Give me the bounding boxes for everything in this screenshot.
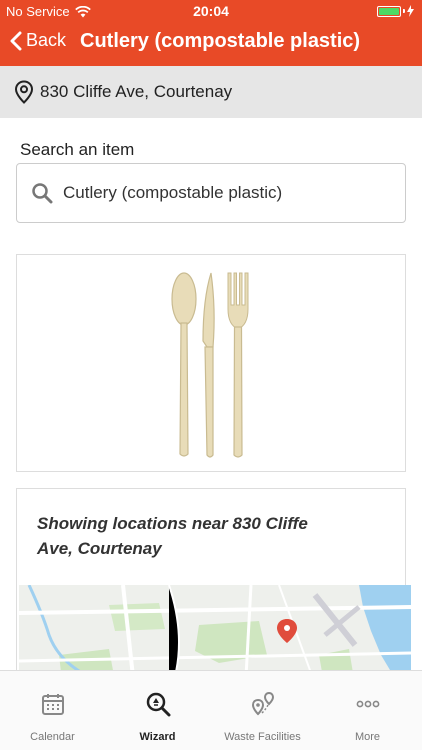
search-value: Cutlery (compostable plastic) bbox=[63, 183, 283, 202]
item-image-card bbox=[16, 254, 406, 472]
back-button[interactable]: Back bbox=[10, 30, 66, 51]
map-heading: Showing locations near 830 Cliffe Ave, C… bbox=[37, 514, 308, 558]
charging-icon bbox=[407, 5, 414, 17]
main-content: Search an item Cutlery (compostable plas… bbox=[0, 118, 422, 670]
back-label: Back bbox=[26, 30, 67, 50]
page-title: Cutlery (compostable plastic) bbox=[80, 30, 361, 52]
status-time: 20:04 bbox=[193, 3, 229, 19]
battery-icon bbox=[377, 5, 414, 17]
search-label: Search an item bbox=[20, 140, 135, 159]
tab-wizard[interactable]: Wizard bbox=[105, 671, 210, 750]
tab-waste-facilities-label: Waste Facilities bbox=[224, 731, 301, 743]
tab-bar: Calendar Wizard Waste Facilities More bbox=[0, 670, 422, 750]
tab-more[interactable]: More bbox=[315, 671, 420, 750]
tab-wizard-label: Wizard bbox=[139, 731, 176, 743]
nav-bar: Back Cutlery (compostable plastic) bbox=[0, 22, 422, 66]
recycle-search-icon bbox=[146, 692, 171, 717]
location-address: 830 Cliffe Ave, Courtenay bbox=[40, 82, 233, 101]
tab-calendar[interactable]: Calendar bbox=[0, 671, 105, 750]
more-dots-icon bbox=[356, 700, 380, 708]
tab-calendar-label: Calendar bbox=[30, 731, 75, 743]
chevron-left-icon bbox=[10, 31, 22, 50]
tab-more-label: More bbox=[354, 731, 381, 743]
search-input[interactable]: Cutlery (compostable plastic) bbox=[16, 163, 406, 223]
location-pin-icon bbox=[14, 80, 34, 104]
location-bar[interactable]: 830 Cliffe Ave, Courtenay bbox=[0, 66, 422, 118]
status-bar: No Service 20:04 bbox=[0, 0, 422, 22]
calendar-icon bbox=[42, 694, 64, 715]
locations-map[interactable] bbox=[19, 585, 411, 670]
map-card: Showing locations near 830 Cliffe Ave, C… bbox=[16, 488, 411, 670]
cutlery-image bbox=[171, 272, 249, 458]
search-icon bbox=[32, 183, 53, 204]
tab-waste-facilities[interactable]: Waste Facilities bbox=[210, 671, 315, 750]
map-pin-icon bbox=[251, 691, 275, 716]
